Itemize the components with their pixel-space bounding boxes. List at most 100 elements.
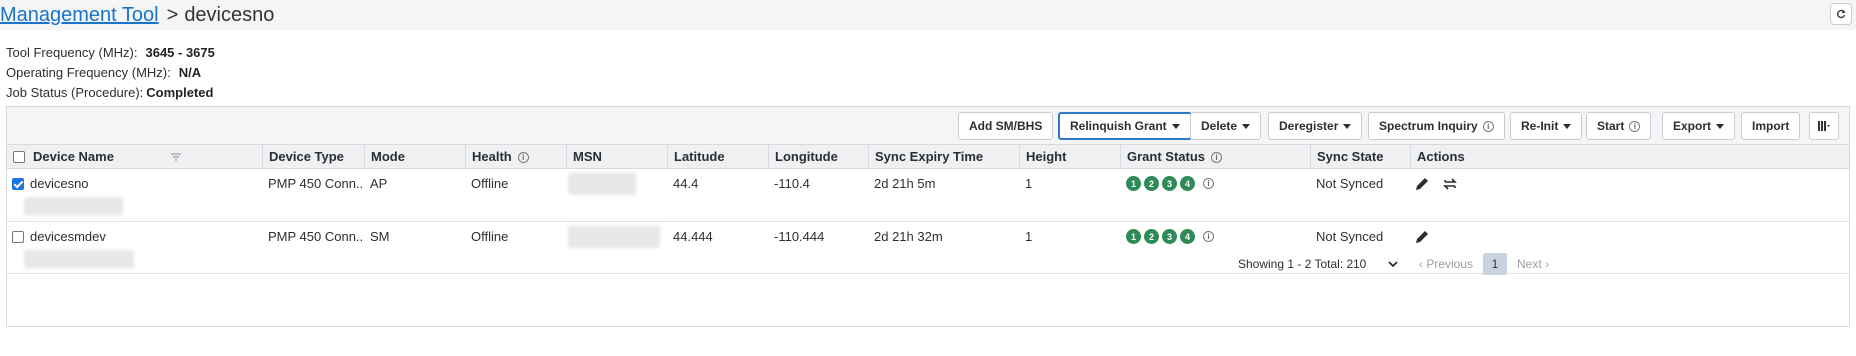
start-label: Start: [1597, 119, 1625, 133]
grant-status-cell: 1 2 3 4 i: [1120, 176, 1214, 191]
table-header: Device Name Device Type Mode Health i MSN…: [7, 145, 1849, 169]
devices-grid: Add SM/BHS Relinquish Grant Delete Dereg…: [6, 106, 1850, 327]
import-label: Import: [1752, 119, 1790, 133]
info-icon: i: [1629, 120, 1641, 132]
delete-label: Delete: [1201, 119, 1238, 133]
health-cell: Offline: [471, 176, 509, 191]
redacted-field: [24, 197, 123, 215]
column-header-latitude[interactable]: Latitude: [667, 145, 768, 169]
add-sm-bhs-button[interactable]: Add SM/BHS: [958, 112, 1054, 140]
tool-frequency-value: 3645 - 3675: [145, 45, 215, 60]
refresh-icon: [1837, 9, 1846, 19]
page-number-current[interactable]: 1: [1483, 253, 1507, 275]
sync-expiry-cell: 2d 21h 32m: [874, 229, 943, 244]
table-row[interactable]: devicesno PMP 450 Conn... AP Offline 44.…: [7, 169, 1849, 222]
swap-icon[interactable]: [1442, 176, 1458, 192]
filter-icon[interactable]: [170, 152, 182, 162]
page-size-value: 10: [1353, 257, 1367, 271]
grant-badge[interactable]: 1: [1126, 176, 1141, 191]
column-header-msn[interactable]: MSN: [566, 145, 667, 169]
import-button[interactable]: Import: [1741, 112, 1801, 140]
height-cell: 1: [1025, 229, 1033, 244]
deregister-label: Deregister: [1279, 119, 1339, 133]
column-label-latitude: Latitude: [674, 149, 725, 164]
page-size-select[interactable]: 10: [1353, 257, 1398, 271]
breadcrumb-link-management-tool[interactable]: Management Tool: [0, 4, 159, 26]
grant-badge[interactable]: 4: [1180, 176, 1195, 191]
sync-state-cell: Not Synced: [1316, 176, 1384, 191]
health-cell: Offline: [471, 229, 509, 244]
spectrum-inquiry-button[interactable]: Spectrum Inquiry i: [1368, 112, 1505, 140]
mode-cell: AP: [370, 176, 388, 191]
height-cell: 1: [1025, 176, 1033, 191]
relinquish-grant-button[interactable]: Relinquish Grant: [1058, 112, 1192, 140]
table-row[interactable]: devicesmdev PMP 450 Conn... SM Offline 4…: [7, 222, 1849, 274]
export-label: Export: [1673, 119, 1712, 133]
export-button[interactable]: Export: [1662, 112, 1736, 140]
column-header-longitude[interactable]: Longitude: [768, 145, 868, 169]
job-status-label: Job Status (Procedure):: [6, 85, 144, 100]
column-label-mode: Mode: [371, 149, 405, 164]
column-header-health[interactable]: Health i: [465, 145, 566, 169]
add-sm-bhs-label: Add SM/BHS: [969, 119, 1043, 133]
column-header-grant-status[interactable]: Grant Status i: [1120, 145, 1310, 169]
device-name-cell[interactable]: devicesmdev: [24, 227, 106, 247]
column-header-sync-state[interactable]: Sync State: [1310, 145, 1410, 169]
grant-badge[interactable]: 3: [1162, 176, 1177, 191]
start-button[interactable]: Start i: [1586, 112, 1652, 140]
previous-page-button[interactable]: ‹ Previous: [1419, 257, 1473, 271]
column-label-device-name: Device Name: [33, 149, 114, 164]
sync-expiry-cell: 2d 21h 5m: [874, 176, 936, 191]
caret-down-icon: [1716, 123, 1725, 129]
column-header-device-type[interactable]: Device Type: [262, 145, 364, 169]
redacted-field: [24, 250, 134, 268]
info-icon[interactable]: i: [1203, 178, 1214, 189]
grant-badge[interactable]: 2: [1144, 176, 1159, 191]
column-header-mode[interactable]: Mode: [364, 145, 465, 169]
latitude-cell: 44.4: [673, 176, 699, 191]
column-label-height: Height: [1026, 149, 1067, 164]
column-header-sync-expiry-time[interactable]: Sync Expiry Time: [868, 145, 1019, 169]
re-init-button[interactable]: Re-Init: [1510, 112, 1583, 140]
grant-badge[interactable]: 3: [1162, 229, 1177, 244]
column-label-grant-status: Grant Status: [1127, 149, 1206, 164]
mode-cell: SM: [370, 229, 390, 244]
info-icon: i: [1211, 151, 1223, 163]
caret-down-icon: [1242, 123, 1251, 129]
columns-icon: [1818, 121, 1830, 131]
column-header-height[interactable]: Height: [1019, 145, 1120, 169]
job-status-value: Completed: [146, 85, 214, 100]
grant-badge[interactable]: 2: [1144, 229, 1159, 244]
select-all-checkbox[interactable]: [13, 151, 25, 163]
chevron-right-icon: ›: [1541, 257, 1550, 271]
column-header-actions: Actions: [1410, 145, 1851, 169]
deregister-button[interactable]: Deregister: [1268, 112, 1363, 140]
chevron-down-icon: [1388, 260, 1398, 267]
sync-state-cell: Not Synced: [1316, 229, 1384, 244]
grant-badge[interactable]: 1: [1126, 229, 1141, 244]
grid-toolbar: Add SM/BHS Relinquish Grant Delete Dereg…: [7, 107, 1849, 145]
edit-icon[interactable]: [1414, 176, 1430, 192]
operating-frequency-value: N/A: [178, 65, 202, 80]
delete-button[interactable]: Delete: [1190, 112, 1262, 140]
grant-status-cell: 1 2 3 4 i: [1120, 229, 1214, 244]
breadcrumb-separator: >: [166, 4, 179, 26]
msn-redacted: [568, 226, 660, 248]
column-header-device-name[interactable]: Device Name: [7, 145, 262, 169]
row-checkbox[interactable]: [12, 231, 24, 243]
row-checkbox[interactable]: [12, 178, 24, 190]
caret-down-icon: [1563, 123, 1572, 129]
info-icon[interactable]: i: [1203, 231, 1214, 242]
column-chooser-button[interactable]: [1809, 112, 1839, 140]
next-page-button[interactable]: Next ›: [1517, 257, 1549, 271]
grant-badge[interactable]: 4: [1180, 229, 1195, 244]
refresh-button[interactable]: [1830, 3, 1852, 25]
column-label-longitude: Longitude: [775, 149, 838, 164]
device-name-cell[interactable]: devicesno: [24, 174, 89, 194]
longitude-cell: -110.444: [774, 229, 825, 244]
spectrum-inquiry-label: Spectrum Inquiry: [1379, 119, 1478, 133]
column-label-health: Health: [472, 149, 512, 164]
column-label-msn: MSN: [573, 149, 602, 164]
edit-icon[interactable]: [1414, 229, 1430, 245]
info-icon: i: [517, 151, 529, 163]
